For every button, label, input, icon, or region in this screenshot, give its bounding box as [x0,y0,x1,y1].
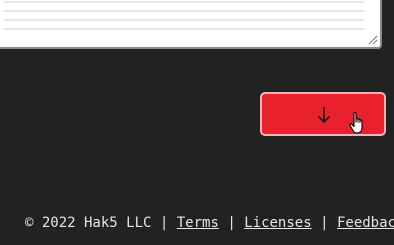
footer-separator: | [159,215,169,231]
payload-textarea[interactable] [0,0,382,49]
copyright-text: © 2022 Hak5 LLC [25,215,152,231]
resize-grip-icon[interactable] [368,35,378,45]
licenses-link[interactable]: Licenses [244,215,311,231]
arrow-down-icon [317,107,331,124]
footer-separator: | [320,215,329,231]
feedback-link[interactable]: Feedback [337,215,394,231]
terms-link[interactable]: Terms [177,215,219,231]
footer: © 2022 Hak5 LLC | Terms | Licenses | Fee… [25,214,394,232]
footer-separator: | [227,215,236,231]
textarea-content [4,0,364,30]
download-button[interactable] [260,92,386,136]
